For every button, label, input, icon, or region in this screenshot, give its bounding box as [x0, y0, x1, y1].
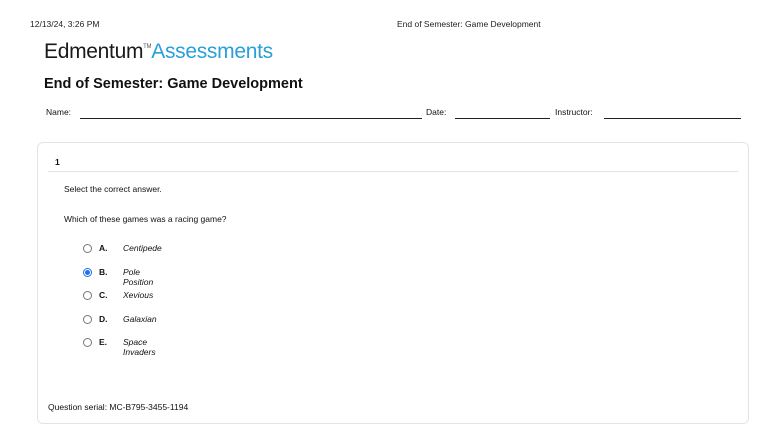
logo-product: Assessments [151, 40, 273, 63]
question-instruction: Select the correct answer. [64, 184, 162, 194]
edmentum-assessments-logo: EdmentumTMAssessments [44, 40, 273, 64]
option-letter: D. [99, 313, 108, 324]
option-text: Space Invaders [123, 337, 156, 357]
page-title: End of Semester: Game Development [44, 76, 303, 92]
option-text: Centipede [123, 243, 162, 253]
option-letter: A. [99, 243, 108, 253]
option-letter: E. [99, 337, 108, 347]
option-letter: C. [99, 290, 108, 300]
print-datetime: 12/13/24, 3:26 PM [30, 19, 100, 29]
question-serial: Question serial: MC-B795-3455-1194 [48, 402, 189, 412]
radio-button[interactable] [83, 244, 92, 253]
date-field-line[interactable] [455, 118, 550, 119]
logo-trademark: TM [143, 44, 152, 50]
question-divider [48, 171, 738, 172]
radio-button[interactable] [83, 291, 92, 300]
radio-button[interactable] [83, 314, 92, 324]
name-field-line[interactable] [80, 118, 422, 119]
print-header: 12/13/24, 3:26 PM End of Semester: Game … [30, 19, 754, 31]
option-letter: B. [99, 266, 108, 277]
question-number: 1 [55, 157, 60, 167]
logo-brand: Edmentum [44, 40, 144, 63]
name-label: Name: [46, 107, 72, 117]
date-label: Date: [426, 107, 447, 117]
option-text: Galaxian [123, 313, 157, 324]
print-title: End of Semester: Game Development [397, 19, 541, 29]
instructor-label: Instructor: [555, 107, 593, 117]
instructor-field-line[interactable] [604, 118, 741, 119]
option-text: Pole Position [123, 266, 154, 287]
radio-button[interactable] [83, 338, 92, 347]
option-text: Xevious [123, 290, 154, 300]
student-info-row: Name: Date: Instructor: [46, 107, 746, 121]
radio-button-selected[interactable] [83, 267, 92, 277]
question-prompt: Which of these games was a racing game? [64, 214, 227, 224]
question-card: 1 Select the correct answer. Which of th… [37, 142, 749, 424]
